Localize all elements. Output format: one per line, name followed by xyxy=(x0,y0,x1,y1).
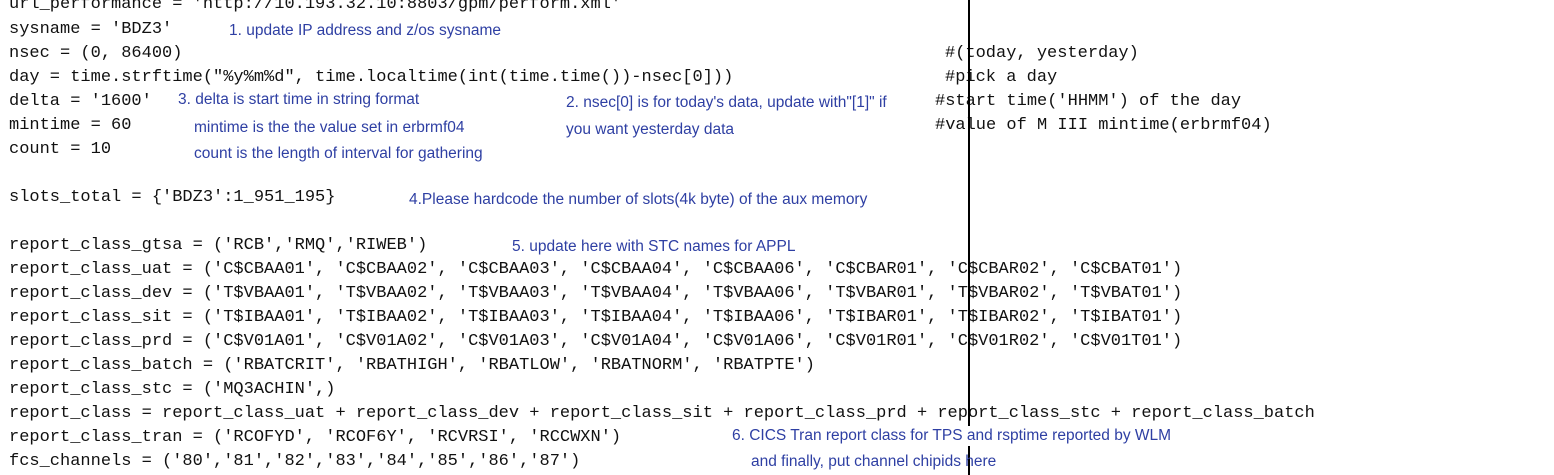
code-line: sysname = 'BDZ3' xyxy=(9,20,173,39)
code-line: slots_total = {'BDZ3':1_951_195} xyxy=(9,188,336,207)
code-comment: #value of M III mintime(erbrmf04) xyxy=(935,116,1272,135)
code-line: day = time.strftime("%y%m%d", time.local… xyxy=(9,68,734,87)
code-comment: #start time('HHMM') of the day xyxy=(935,92,1242,111)
annotation-note: 6. CICS Tran report class for TPS and rs… xyxy=(732,426,1172,446)
code-comment: #(today, yesterday) xyxy=(945,44,1139,63)
code-line: report_class_uat = ('C$CBAA01', 'C$CBAA0… xyxy=(9,260,1183,279)
code-line: report_class_sit = ('T$IBAA01', 'T$IBAA0… xyxy=(9,308,1183,327)
annotation-note: 5. update here with STC names for APPL xyxy=(512,238,796,255)
code-line: fcs_channels = ('80','81','82','83','84'… xyxy=(9,452,581,471)
code-line: delta = '1600' xyxy=(9,92,152,111)
code-comment: #pick a day xyxy=(945,68,1058,87)
annotation-note: and finally, put channel chipids here xyxy=(751,453,997,470)
code-line: report_class_batch = ('RBATCRIT', 'RBATH… xyxy=(9,356,815,375)
code-line: report_class_tran = ('RCOFYD', 'RCOF6Y',… xyxy=(9,428,622,447)
code-line: count = 10 xyxy=(9,140,112,159)
cursor-divider-line xyxy=(968,0,970,475)
code-line: nsec = (0, 86400) xyxy=(9,44,183,63)
code-line: report_class_dev = ('T$VBAA01', 'T$VBAA0… xyxy=(9,284,1183,303)
annotation-note: count is the length of interval for gath… xyxy=(194,145,483,162)
annotation-note: 4.Please hardcode the number of slots(4k… xyxy=(409,191,868,208)
code-line: report_class_prd = ('C$V01A01', 'C$V01A0… xyxy=(9,332,1183,351)
annotation-note: you want yesterday data xyxy=(566,121,735,138)
code-line: mintime = 60 xyxy=(9,116,132,135)
code-line: url_performance = 'http://10.193.32.10:8… xyxy=(9,0,622,14)
annotation-note: 3. delta is start time in string format xyxy=(178,90,420,110)
annotation-note: mintime is the the value set in erbrmf04 xyxy=(194,119,465,136)
annotation-note: 2. nsec[0] is for today's data, update w… xyxy=(566,94,887,111)
code-line: report_class = report_class_uat + report… xyxy=(9,404,1315,423)
annotation-note: 1. update IP address and z/os sysname xyxy=(229,22,501,39)
code-line: report_class_stc = ('MQ3ACHIN',) xyxy=(9,380,336,399)
code-line: report_class_gtsa = ('RCB','RMQ','RIWEB'… xyxy=(9,236,428,255)
